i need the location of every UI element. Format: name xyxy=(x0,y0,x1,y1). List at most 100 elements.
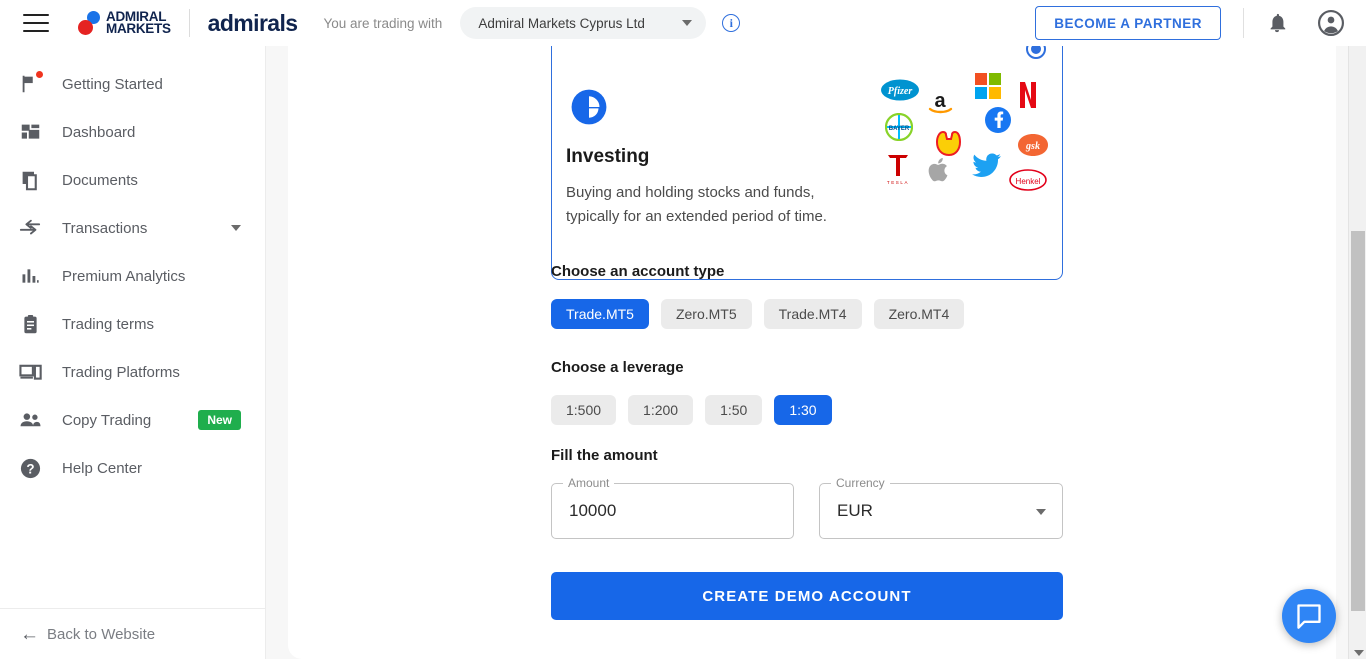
sidebar-item-label: Transactions xyxy=(62,219,148,237)
svg-text:Pfizer: Pfizer xyxy=(888,86,913,97)
leverage-heading: Choose a leverage xyxy=(551,359,684,376)
admirals-wordmark[interactable]: admirals xyxy=(208,10,298,37)
bell-icon[interactable] xyxy=(1266,12,1288,34)
currency-field-label: Currency xyxy=(831,476,890,490)
svg-text:BAYER: BAYER xyxy=(889,126,910,132)
sidebar: Getting Started Dashboard Documents Tran… xyxy=(0,46,266,659)
transactions-arrows-icon xyxy=(18,216,42,240)
svg-text:a: a xyxy=(934,90,946,112)
account-type-heading: Choose an account type xyxy=(551,263,725,280)
sidebar-item-dashboard[interactable]: Dashboard xyxy=(0,108,265,156)
amount-field-label: Amount xyxy=(563,476,615,490)
brand-logos-cluster: Pfizer a BAYER gsk TESLA Henkel xyxy=(875,71,1048,196)
leverage-option-1-30[interactable]: 1:30 xyxy=(774,395,832,425)
sidebar-item-trading-terms[interactable]: Trading terms xyxy=(0,300,265,348)
chat-bubble-icon[interactable] xyxy=(1282,589,1336,643)
entity-selector-value: Admiral Markets Cyprus Ltd xyxy=(478,15,645,31)
devices-icon xyxy=(18,360,42,384)
sidebar-item-transactions[interactable]: Transactions xyxy=(0,204,265,252)
sidebar-item-label: Getting Started xyxy=(62,75,163,93)
logo-dots-icon xyxy=(77,10,103,36)
leverage-option-1-50[interactable]: 1:50 xyxy=(705,395,763,425)
sidebar-item-trading-platforms[interactable]: Trading Platforms xyxy=(0,348,265,396)
product-card-description: Buying and holding stocks and funds, typ… xyxy=(566,184,827,226)
clipboard-icon xyxy=(18,312,42,336)
amazon-logo: a xyxy=(928,90,953,114)
sidebar-item-label: Documents xyxy=(62,171,138,189)
become-a-partner-button[interactable]: BECOME A PARTNER xyxy=(1035,6,1221,40)
scroll-down-arrow-icon[interactable] xyxy=(1354,650,1364,656)
status-badge: New xyxy=(198,410,241,430)
notification-dot xyxy=(36,71,43,78)
account-type-option-zero-mt5[interactable]: Zero.MT5 xyxy=(660,299,752,329)
leverage-option-1-500[interactable]: 1:500 xyxy=(551,395,617,425)
dashboard-grid-icon xyxy=(18,120,42,144)
app-root: ADMIRAL MARKETS admirals You are trading… xyxy=(0,0,1366,659)
people-icon xyxy=(18,408,42,432)
twitter-logo xyxy=(972,153,1001,177)
trading-with-label: You are trading with xyxy=(323,15,443,31)
amount-field[interactable]: Amount 10000 xyxy=(551,476,794,539)
chevron-down-icon[interactable] xyxy=(1036,509,1046,515)
browser-scrollbar-thumb[interactable] xyxy=(1351,231,1365,611)
amount-heading: Fill the amount xyxy=(551,447,658,464)
sidebar-item-documents[interactable]: Documents xyxy=(0,156,265,204)
create-demo-account-button[interactable]: CREATE DEMO ACCOUNT xyxy=(551,572,1063,620)
header-actions-divider xyxy=(1243,8,1244,38)
tesla-logo: TESLA xyxy=(887,155,909,185)
admiral-markets-logo[interactable]: ADMIRAL MARKETS xyxy=(77,9,171,36)
content-scrollbar[interactable] xyxy=(1336,46,1348,659)
documents-icon xyxy=(18,168,42,192)
apple-logo xyxy=(928,158,948,182)
sidebar-nav: Getting Started Dashboard Documents Tran… xyxy=(0,46,265,492)
sidebar-item-label: Help Center xyxy=(62,459,143,477)
flag-icon xyxy=(18,71,43,96)
account-type-option-zero-mt4[interactable]: Zero.MT4 xyxy=(873,299,965,329)
chevron-down-icon[interactable] xyxy=(231,225,241,231)
chevron-down-icon xyxy=(682,20,693,26)
sidebar-item-premium-analytics[interactable]: Premium Analytics xyxy=(0,252,265,300)
browser-scrollbar[interactable] xyxy=(1348,0,1366,659)
shell-logo xyxy=(935,130,962,157)
microsoft-logo xyxy=(975,73,1001,99)
product-card-radio[interactable] xyxy=(1026,46,1046,59)
pie-chart-icon xyxy=(571,89,607,125)
netflix-logo xyxy=(1020,82,1036,108)
pfizer-logo: Pfizer xyxy=(881,79,919,101)
henkel-logo: Henkel xyxy=(1009,169,1047,191)
sidebar-item-copy-trading[interactable]: Copy Trading New xyxy=(0,396,265,444)
gsk-logo: gsk xyxy=(1018,134,1048,156)
sidebar-item-label: Trading Platforms xyxy=(62,363,180,381)
hamburger-menu-icon[interactable] xyxy=(23,14,49,32)
bayer-logo: BAYER xyxy=(885,113,913,141)
info-icon[interactable]: i xyxy=(722,14,741,32)
svg-text:Henkel: Henkel xyxy=(1016,177,1041,186)
sidebar-item-label: Trading terms xyxy=(62,315,154,333)
leverage-option-1-200[interactable]: 1:200 xyxy=(628,395,694,425)
logo-line-2: MARKETS xyxy=(106,21,171,36)
leverage-options: 1:500 1:200 1:50 1:30 xyxy=(551,395,844,425)
facebook-logo xyxy=(985,107,1011,133)
currency-select-value[interactable]: EUR xyxy=(837,501,873,521)
header-divider xyxy=(188,9,190,37)
svg-text:?: ? xyxy=(26,461,34,476)
back-to-website-button[interactable]: ← Back to Website xyxy=(0,608,266,659)
bar-chart-icon xyxy=(18,264,42,288)
account-type-option-trade-mt5[interactable]: Trade.MT5 xyxy=(551,299,649,329)
svg-text:gsk: gsk xyxy=(1025,141,1040,152)
sidebar-item-help-center[interactable]: ? Help Center xyxy=(0,444,265,492)
entity-selector[interactable]: Admiral Markets Cyprus Ltd xyxy=(460,7,707,39)
product-card-title: Investing xyxy=(566,146,650,167)
account-type-option-trade-mt4[interactable]: Trade.MT4 xyxy=(763,299,862,329)
sidebar-item-label: Premium Analytics xyxy=(62,267,186,285)
currency-field[interactable]: Currency EUR xyxy=(819,476,1063,539)
help-question-icon: ? xyxy=(18,456,42,480)
sidebar-item-label: Copy Trading xyxy=(62,411,152,429)
top-header: ADMIRAL MARKETS admirals You are trading… xyxy=(0,0,1366,46)
svg-text:TESLA: TESLA xyxy=(887,180,909,185)
product-card-investing[interactable]: Investing Buying and holding stocks and … xyxy=(551,46,1063,280)
sidebar-item-getting-started[interactable]: Getting Started xyxy=(0,60,265,108)
main-panel: Investing Buying and holding stocks and … xyxy=(288,46,1336,659)
user-avatar-icon[interactable] xyxy=(1318,10,1344,36)
amount-input[interactable]: 10000 xyxy=(569,501,616,521)
